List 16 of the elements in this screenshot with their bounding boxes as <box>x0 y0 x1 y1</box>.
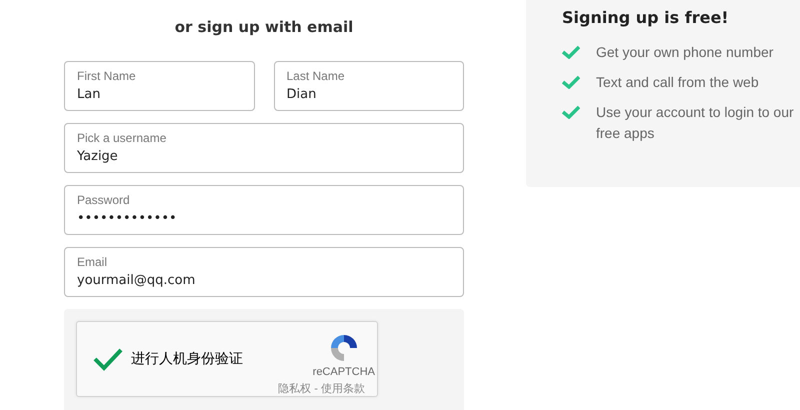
benefit-text: Use your account to login to our free apps <box>596 103 795 143</box>
input-field[interactable]: Password ••••••••••••• <box>64 185 464 235</box>
recaptcha-brand: reCAPTCHA <box>312 366 375 378</box>
form-heading: or sign up with email <box>174 18 354 38</box>
check-icon <box>562 75 580 89</box>
benefit-text: Get your own phone number <box>596 43 774 62</box>
input-field[interactable]: Email yourmail@qq.com <box>64 247 464 297</box>
input-field[interactable]: Last Name Dian <box>274 61 464 111</box>
check-icon <box>562 105 580 119</box>
captcha-checkbox[interactable] <box>93 347 123 371</box>
check-icon <box>562 45 580 59</box>
input-field[interactable]: Pick a username Yazige <box>64 123 464 173</box>
panel-title: Signing up is free! <box>562 7 730 29</box>
captcha-label: 进行人机身份验证 <box>131 350 243 368</box>
benefit-text: Text and call from the web <box>596 73 760 92</box>
input-field[interactable]: First Name Lan <box>64 61 254 111</box>
